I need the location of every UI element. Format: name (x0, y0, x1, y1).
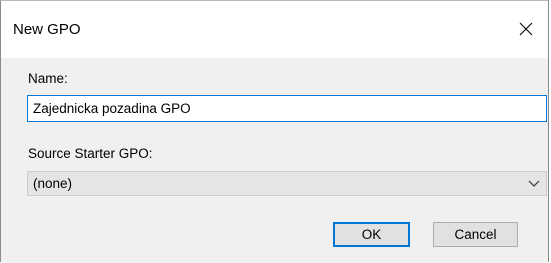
name-input[interactable]: Zajednicka pozadina GPO (27, 95, 547, 122)
source-starter-gpo-select[interactable]: (none) (27, 171, 547, 196)
new-gpo-dialog: New GPO Name: Zajednicka pozadina GPO So… (0, 0, 549, 263)
source-starter-gpo-label: Source Starter GPO: (28, 146, 153, 161)
dialog-body: Name: Zajednicka pozadina GPO Source Sta… (1, 58, 548, 263)
chevron-down-icon (528, 180, 540, 187)
dialog-title: New GPO (13, 21, 81, 38)
name-label: Name: (28, 71, 68, 86)
ok-button[interactable]: OK (333, 222, 410, 247)
close-button[interactable] (508, 13, 544, 45)
title-bar[interactable]: New GPO (1, 1, 548, 58)
close-icon (519, 22, 533, 36)
source-starter-gpo-value: (none) (33, 176, 73, 191)
cancel-button[interactable]: Cancel (433, 222, 518, 247)
